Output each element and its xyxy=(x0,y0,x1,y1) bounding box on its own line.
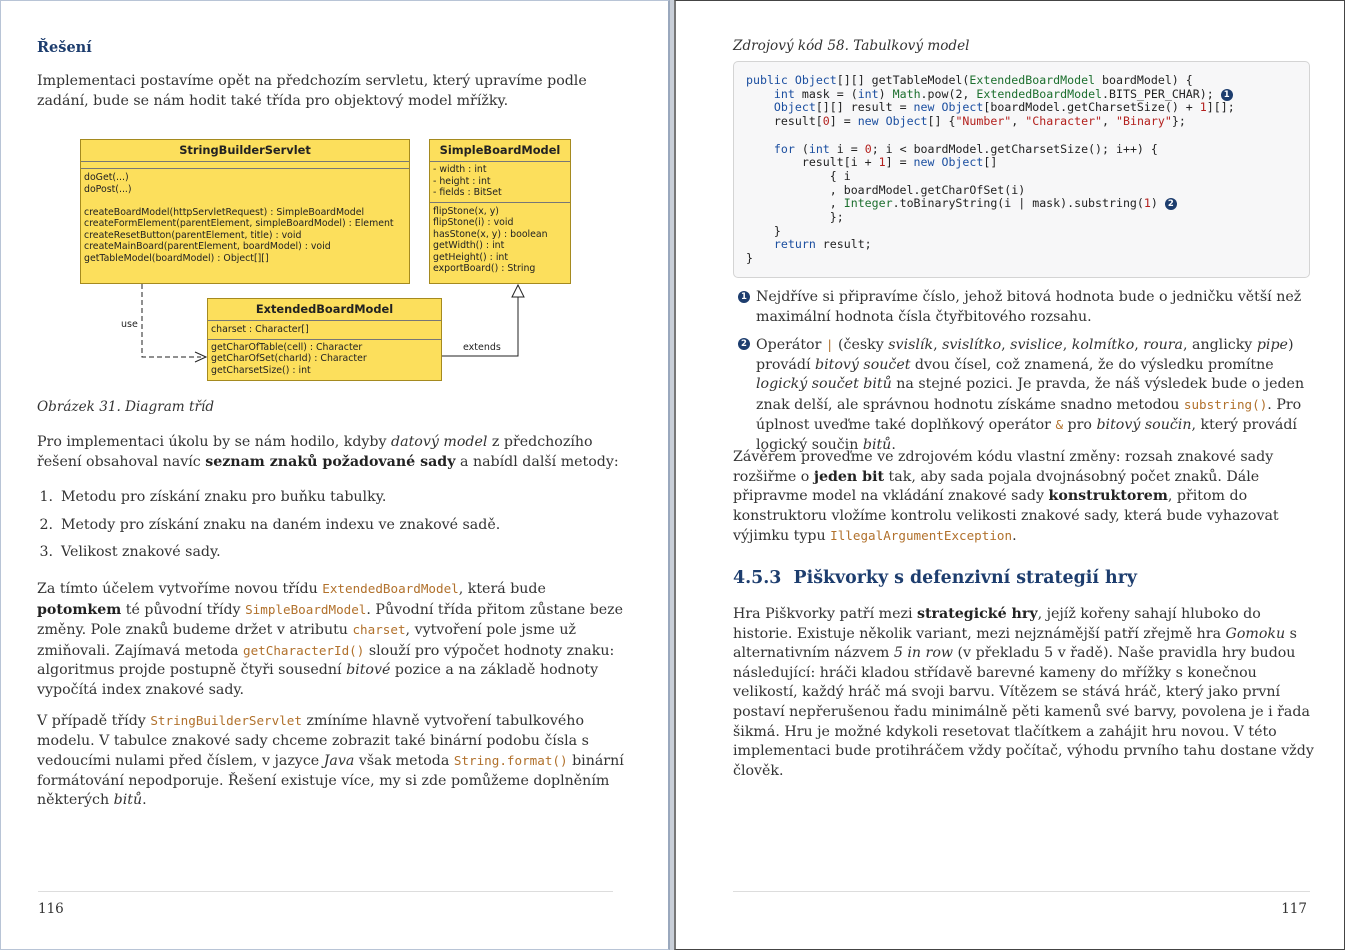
footer-rule xyxy=(733,891,1310,892)
uml-methods: getCharOfTable(cell) : Character getChar… xyxy=(208,340,441,378)
code-line: } xyxy=(746,251,753,266)
uml-fields: - width : int - height : int - fields : … xyxy=(430,162,570,203)
inline-code: getCharacterId() xyxy=(243,642,365,658)
uml-class-stringbuilderservlet: StringBuilderServlet doGet(...) doPost(.… xyxy=(80,139,410,284)
code-line: result[i + 1] = new Object[] xyxy=(746,155,998,170)
page-117: Zdrojový kód 58. Tabulkový model public … xyxy=(674,0,1345,950)
uml-method: createFormElement(parentElement, simpleB… xyxy=(84,218,394,229)
uml-method: createMainBoard(parentElement, boardMode… xyxy=(84,241,331,252)
inline-code: IllegalArgumentException xyxy=(830,528,1013,544)
uml-method: flipStone(i) : void xyxy=(433,217,514,228)
figure-caption: Obrázek 31. Diagram tříd xyxy=(37,399,215,415)
inline-code: ExtendedBoardModel xyxy=(322,581,459,596)
callout-2-icon: 2 xyxy=(738,338,750,350)
code-line: }; xyxy=(746,210,844,225)
uml-class-name: ExtendedBoardModel xyxy=(208,299,441,321)
code-line: result[0] = new Object[] {"Number", "Cha… xyxy=(746,114,1186,129)
use-label: use xyxy=(121,319,138,330)
callout-note-1: 1 Nejdříve si připravíme číslo, jehož bi… xyxy=(738,288,1313,327)
inline-code: StringBuilderServlet xyxy=(150,713,302,728)
code-line: int mask = (int) Math.pow(2, ExtendedBoa… xyxy=(746,87,1297,102)
uml-class-extendedboardmodel: ExtendedBoardModel charset : Character[]… xyxy=(207,298,442,381)
section-heading-4-5-3: 4.5.3 Piškvorky s defenzivní strategií h… xyxy=(733,568,1137,588)
inline-code: SimpleBoardModel xyxy=(245,601,367,617)
footer-rule xyxy=(38,891,613,892)
uml-method: getWidth() : int xyxy=(433,240,505,251)
ordered-list: 1. Metodu pro získání znaku pro buňku tab… xyxy=(37,488,500,571)
uml-field: - fields : BitSet xyxy=(433,187,502,198)
uml-method: createResetButton(parentElement, title) … xyxy=(84,229,302,241)
extends-label: extends xyxy=(463,342,501,353)
uml-method: doGet(...) xyxy=(84,172,129,183)
uml-methods: doGet(...) doPost(...) createBoardModel(… xyxy=(81,169,409,265)
paragraph: V případě třídy StringBuilderServlet zmí… xyxy=(37,713,624,809)
paragraph: Za tímto účelem vytvoříme novou třídu Ex… xyxy=(37,581,624,698)
list-item: 1. Metodu pro získání znaku pro buňku tab… xyxy=(39,489,387,505)
uml-method: exportBoard() : String xyxy=(433,263,536,274)
list-item: 3. Velikost znakové sady. xyxy=(39,544,221,560)
callout-note-2: 2 Operátor | (česky svislík, svislítko, … xyxy=(738,335,1313,456)
code-line: public Object[][] getTableModel(Extended… xyxy=(746,73,1193,87)
code-listing: public Object[][] getTableModel(Extended… xyxy=(733,61,1310,278)
callout-1-icon: 1 xyxy=(738,291,750,303)
uml-field: charset : Character[] xyxy=(211,324,309,335)
callout-text: Nejdříve si připravíme číslo, jehož bito… xyxy=(756,289,1302,325)
code-line: , Integer.toBinaryString(i | mask).subst… xyxy=(746,196,1297,211)
inline-code: String.format() xyxy=(453,753,568,769)
uml-method: getCharOfTable(cell) : Character xyxy=(211,341,363,353)
callout-1-icon: 1 xyxy=(1220,88,1233,101)
list-item: 2. Metody pro získání znaku na daném inde… xyxy=(39,516,501,533)
uml-class-name: SimpleBoardModel xyxy=(430,140,570,162)
paragraph: Pro implementaci úkolu by se nám hodilo,… xyxy=(37,434,619,470)
callout-text: Operátor | (česky svislík, svislítko, sv… xyxy=(756,337,1305,453)
uml-field: - width : int xyxy=(433,164,487,175)
code-line: } xyxy=(746,223,781,238)
use-dependency-line xyxy=(141,284,201,358)
uml-class-simpleboardmodel: SimpleBoardModel - width : int - height … xyxy=(429,139,571,284)
uml-method: getTableModel(boardModel) : Object[][] xyxy=(84,252,269,264)
uml-field: - height : int xyxy=(433,175,491,187)
page-116: Řešení Implementaci postavíme opět na př… xyxy=(0,0,670,950)
page-number: 116 xyxy=(38,901,64,917)
uml-fields: charset : Character[] xyxy=(208,321,441,340)
inline-code: charset xyxy=(352,622,406,638)
uml-method: hasStone(x, y) : boolean xyxy=(433,228,548,240)
paragraph: Závěrem proveďme ve zdrojovém kódu vlast… xyxy=(733,449,1279,545)
uml-method: getCharOfSet(charId) : Character xyxy=(211,353,367,364)
code-line: Object[][] result = new Object[boardMode… xyxy=(773,100,1235,115)
paragraph: Hra Piškvorky patří mezi strategické hry… xyxy=(733,606,1314,779)
page-number: 117 xyxy=(1281,901,1307,917)
extends-arrowhead xyxy=(511,283,525,298)
uml-class-name: StringBuilderServlet xyxy=(81,140,409,162)
code-line: , boardModel.getCharOfSet(i) xyxy=(746,182,1026,197)
code-caption: Zdrojový kód 58. Tabulkový model xyxy=(733,38,970,54)
uml-fields-empty xyxy=(81,162,409,169)
uml-method: createBoardModel(httpServletRequest) : S… xyxy=(84,206,365,218)
code-line: { i xyxy=(746,168,851,183)
callout-2-icon: 2 xyxy=(1164,198,1177,211)
uml-method: getCharsetSize() : int xyxy=(211,364,311,376)
uml-methods: flipStone(x, y) flipStone(i) : void hasS… xyxy=(430,203,570,276)
uml-method: getHeight() : int xyxy=(433,251,509,263)
uml-method: doPost(...) xyxy=(84,183,132,195)
code-line: for (int i = 0; i < boardModel.getCharse… xyxy=(773,141,1158,156)
uml-method: flipStone(x, y) xyxy=(433,205,499,217)
code-line: return result; xyxy=(773,237,872,252)
